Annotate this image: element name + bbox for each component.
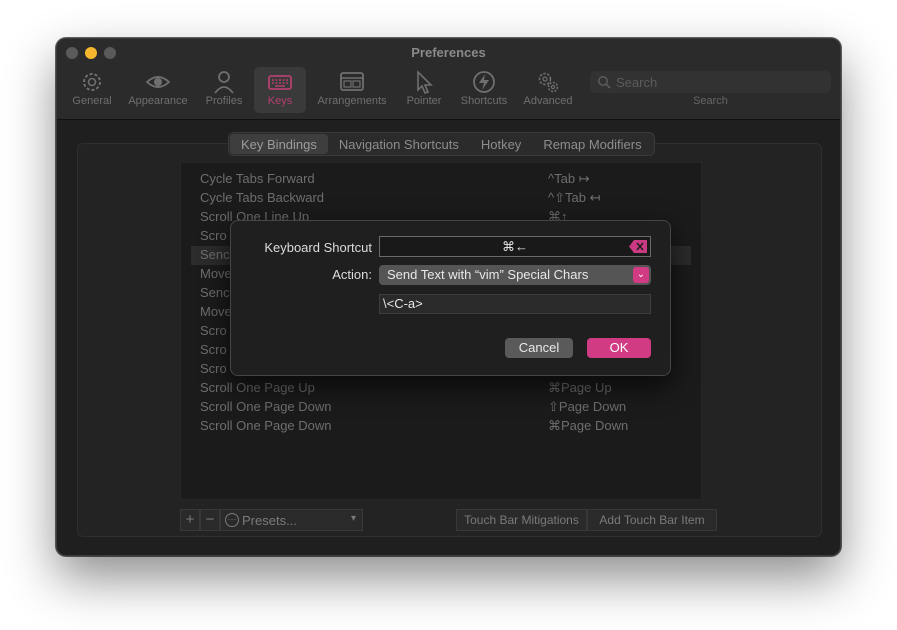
table-row[interactable]: Cycle Tabs Backward ^⇧Tab ↤ [181,189,701,208]
bolt-icon [456,67,512,95]
pointer-icon [400,67,448,95]
gears-icon [519,67,577,95]
binding-action: Scro [200,323,227,338]
tab-label: Advanced [523,95,573,107]
table-row[interactable]: Cycle Tabs Forward ^Tab ↦ [181,170,701,189]
person-icon [200,67,248,95]
tab-profiles[interactable]: Profiles [200,67,248,113]
tab-label: General [72,95,112,107]
tab-advanced[interactable]: Advanced [519,67,577,113]
remove-binding-button[interactable]: − [200,509,220,531]
table-row[interactable]: Scroll One Page Down ⌘Page Down [181,417,701,436]
window-icon [313,67,391,95]
binding-action: Scro [200,228,227,243]
tab-label: Keys [267,95,293,107]
binding-action: Senc [200,247,230,262]
binding-action: Scroll One Page Down [200,418,332,433]
search-field[interactable] [590,71,831,93]
segment-remap-modifiers[interactable]: Remap Modifiers [532,134,652,154]
tab-label: Appearance [128,95,188,107]
ok-button[interactable]: OK [587,338,651,358]
add-touch-bar-item-button[interactable]: Add Touch Bar Item [587,509,717,531]
tab-label: Shortcuts [460,95,508,107]
window-title: Preferences [411,45,486,60]
table-row[interactable]: Scroll One Page Down ⇧Page Down [181,398,701,417]
binding-action: Senc [200,285,230,300]
segment-hotkey[interactable]: Hotkey [470,134,532,154]
parameter-value: \<C-a> [383,296,423,311]
edit-binding-dialog: Keyboard Shortcut ⌘← Action: Send Text w… [230,220,671,376]
binding-keys: ⌘Page Down [548,418,629,433]
segment-key-bindings[interactable]: Key Bindings [230,134,328,154]
binding-keys: ^⇧Tab ↤ [548,190,601,205]
binding-keys: ⇧Page Down [548,399,627,414]
tab-arrangements[interactable]: Arrangements [313,67,391,113]
action-value: Send Text with “vim” Special Chars [387,267,589,282]
cancel-button[interactable]: Cancel [505,338,573,358]
binding-action: Cycle Tabs Forward [200,171,315,186]
action-label: Action: [332,267,372,282]
binding-action: Move [200,266,232,281]
binding-keys: ⌘Page Up [548,380,612,395]
chevron-down-icon: ⌄ [633,267,649,283]
binding-action: Scroll One Page Down [200,399,332,414]
binding-action: Cycle Tabs Backward [200,190,325,205]
ellipsis-icon: ··· [225,513,239,527]
preferences-window: Preferences General Appearance Profiles … [56,38,841,556]
chevron-down-icon: ▾ [350,513,356,524]
binding-action: Scro [200,342,227,357]
keys-segmented-control: Key Bindings Navigation Shortcuts Hotkey… [228,132,655,156]
keyboard-icon [254,67,306,95]
table-row[interactable]: Scroll One Page Up ⌘Page Up [181,379,701,398]
presets-popup[interactable]: ··· Presets... ▾ [220,509,363,531]
parameter-input[interactable]: \<C-a> [379,294,651,314]
tab-appearance[interactable]: Appearance [124,67,192,113]
tab-label: Profiles [205,95,243,107]
touch-bar-mitigations-button[interactable]: Touch Bar Mitigations [456,509,587,531]
tab-general[interactable]: General [68,67,116,113]
action-select[interactable]: Send Text with “vim” Special Chars ⌄ [379,265,651,285]
binding-action: Scroll One Page Up [200,380,315,395]
binding-action: Scro [200,361,227,376]
gear-icon [68,67,116,95]
keyboard-shortcut-field[interactable]: ⌘← [379,236,651,257]
tab-shortcuts[interactable]: Shortcuts [456,67,512,113]
toolbar: Preferences General Appearance Profiles … [57,39,840,120]
add-binding-button[interactable]: + [180,509,200,531]
eye-icon [124,67,192,95]
binding-action: Move [200,304,232,319]
search-caption: Search [693,95,728,107]
tab-label: Pointer [406,95,442,107]
binding-keys: ^Tab ↦ [548,171,590,186]
presets-label: Presets... [242,513,297,528]
tab-pointer[interactable]: Pointer [400,67,448,113]
search-input[interactable] [616,73,816,91]
tab-keys[interactable]: Keys [254,67,306,113]
segment-navigation-shortcuts[interactable]: Navigation Shortcuts [328,134,470,154]
shortcut-value: ⌘← [502,239,528,254]
clear-shortcut-icon[interactable] [628,239,648,254]
search-icon [598,76,611,89]
tab-label: Arrangements [317,95,387,107]
keyboard-shortcut-label: Keyboard Shortcut [264,240,372,255]
